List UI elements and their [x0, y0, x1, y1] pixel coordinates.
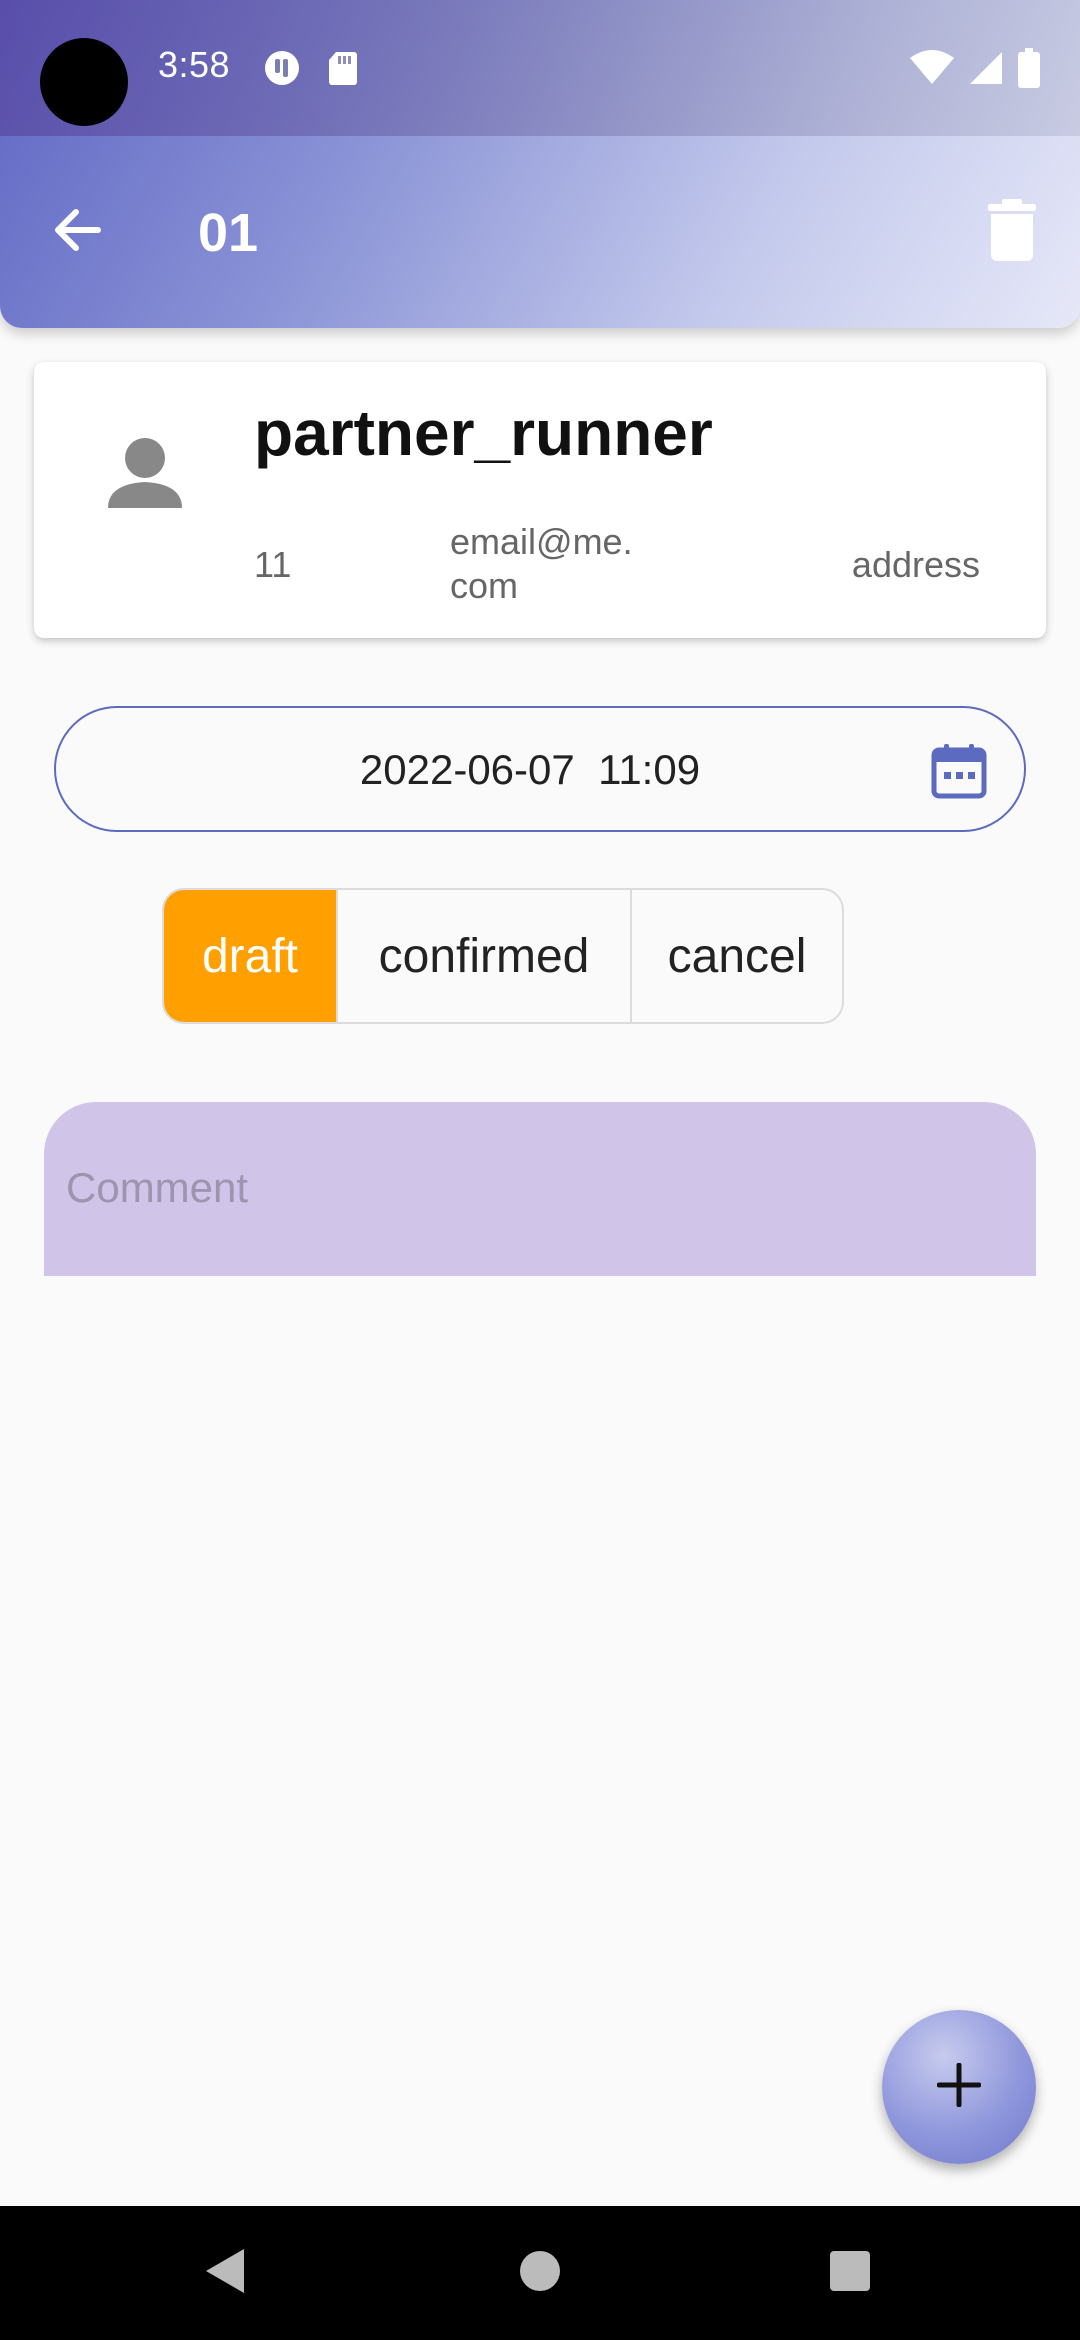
person-icon — [90, 416, 200, 526]
status-time: 3:58 — [158, 44, 231, 85]
square-recents-icon — [828, 2249, 872, 2298]
comment-placeholder: Comment — [66, 1164, 249, 1211]
state-selector: draft confirmed cancel — [162, 888, 844, 1024]
delete-button[interactable] — [974, 194, 1050, 270]
partner-name: partner_runner — [254, 397, 713, 469]
partner-phone: 11 — [254, 544, 292, 585]
add-button[interactable] — [882, 2010, 1036, 2164]
arrow-back-icon — [50, 204, 102, 261]
state-option-cancel[interactable]: cancel — [630, 890, 842, 1022]
triangle-back-icon — [204, 2247, 248, 2300]
battery-icon — [1018, 48, 1040, 93]
order-detail-screen: 3:58 01 partner_runner 11 email@me.com a… — [0, 0, 1080, 2340]
camera-cutout — [40, 38, 128, 126]
state-option-draft[interactable]: draft — [164, 890, 336, 1022]
partner-email: email@me.com — [450, 521, 633, 606]
plus-icon — [936, 2062, 982, 2112]
date-time-value: 2022-06-07 11:09 — [359, 746, 701, 793]
calendar-icon[interactable] — [930, 742, 988, 800]
back-button[interactable] — [40, 196, 112, 268]
wifi-icon — [910, 50, 954, 91]
state-option-confirmed[interactable]: confirmed — [336, 890, 630, 1022]
comment-field[interactable]: Comment — [44, 1102, 1036, 1276]
sd-card-icon — [328, 50, 364, 86]
circle-home-icon — [518, 2249, 562, 2298]
page-title: 01 — [198, 203, 259, 263]
app-bar: 01 — [0, 136, 1080, 328]
partner-card[interactable]: partner_runner 11 email@me.com address — [34, 362, 1046, 638]
nav-recents-button[interactable] — [790, 2206, 910, 2340]
system-nav-bar — [0, 2206, 1080, 2340]
partner-address: address — [851, 544, 980, 585]
date-time-field[interactable]: 2022-06-07 11:09 — [54, 706, 1026, 832]
data-saver-icon — [264, 50, 300, 86]
trash-icon — [988, 198, 1036, 266]
signal-icon — [968, 50, 1004, 91]
nav-back-button[interactable] — [166, 2206, 286, 2340]
status-bar: 3:58 — [0, 0, 1080, 136]
nav-home-button[interactable] — [480, 2206, 600, 2340]
status-right-icons — [910, 48, 1040, 93]
